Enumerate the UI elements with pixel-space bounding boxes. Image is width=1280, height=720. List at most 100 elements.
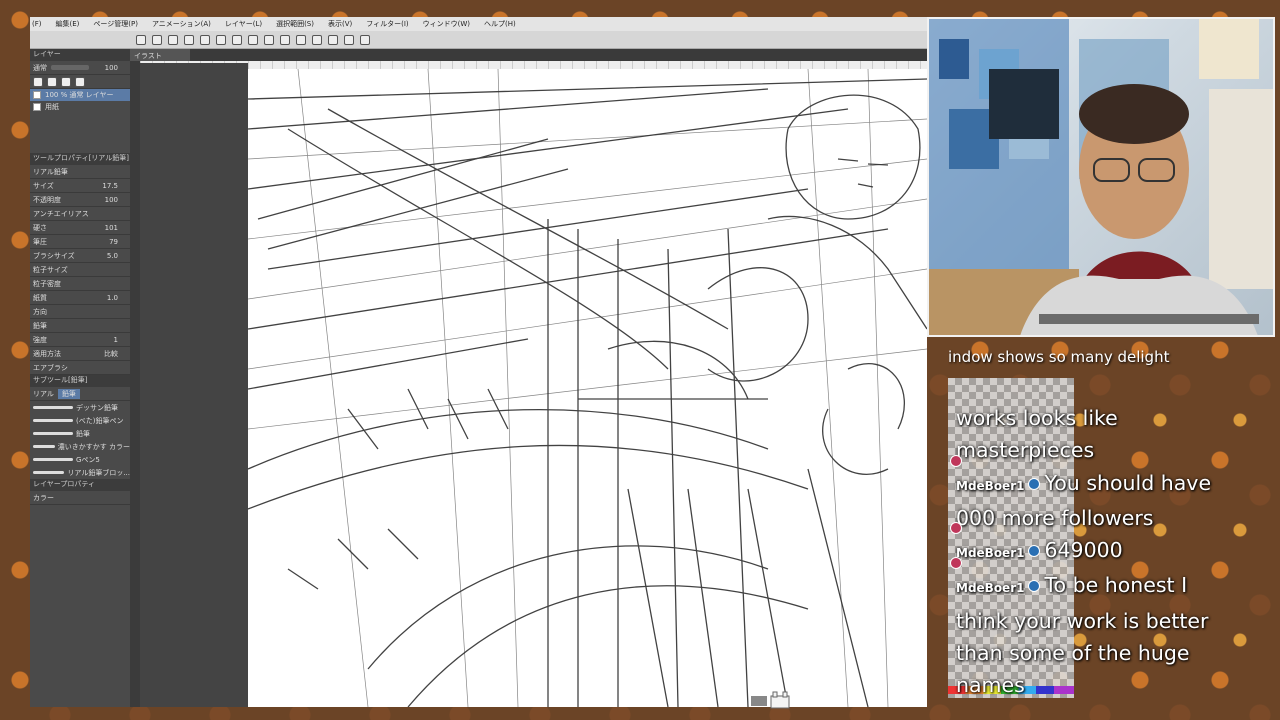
save-icon[interactable]	[168, 34, 178, 45]
menu-item-file[interactable]: (F)	[32, 20, 42, 28]
brush-item[interactable]: (べた)鉛筆ペン	[30, 414, 130, 427]
brush-item[interactable]: Gペン5	[30, 453, 130, 466]
property-label: アンチエイリアス	[33, 209, 89, 218]
deselect-icon[interactable]	[280, 34, 290, 45]
brush-item[interactable]: 鉛筆	[30, 427, 130, 440]
pen-icon[interactable]	[344, 34, 354, 45]
property-label: サイズ	[33, 181, 54, 190]
chat-username[interactable]: MdeBoer1	[956, 581, 1024, 595]
property-value[interactable]: 101	[105, 224, 118, 232]
fill-icon[interactable]	[248, 34, 258, 45]
brush-item[interactable]: 濃いきかすかす カラー	[30, 440, 130, 453]
layer-item-active[interactable]: 100 % 通常 レイヤー	[30, 89, 130, 101]
brush-item[interactable]: デッサン鉛筆	[30, 401, 130, 414]
tool-property-row[interactable]: 粒子密度	[30, 277, 130, 291]
property-value[interactable]: 17.5	[102, 182, 118, 190]
document-tab[interactable]: イラスト	[130, 49, 190, 61]
chat-username[interactable]: MdeBoer1	[956, 546, 1024, 560]
print-icon[interactable]	[184, 34, 194, 45]
color-select[interactable]: カラー	[33, 493, 54, 503]
left-panel: レイヤー 通常 100 100 % 通常 レイヤー 用紙 ツールプロパティ[リア…	[30, 49, 130, 707]
property-value[interactable]: 1.0	[107, 294, 118, 302]
menu-item-page[interactable]: ページ管理(P)	[93, 19, 138, 29]
menu-item-select[interactable]: 選択範囲(S)	[276, 19, 314, 29]
color-row: カラー	[30, 491, 130, 505]
blend-mode-row[interactable]: 通常 100	[30, 61, 130, 75]
command-toolbar	[30, 31, 927, 49]
tool-property-row[interactable]: ブラシサイズ 5.0	[30, 249, 130, 263]
lock-icon[interactable]	[61, 76, 71, 87]
chat-message: names	[956, 673, 1025, 698]
property-label: 紙質	[33, 293, 47, 302]
folder-icon[interactable]	[47, 76, 57, 87]
mod-badge-icon	[950, 454, 962, 467]
top-ruler	[140, 61, 927, 69]
sub-tool-tab[interactable]: リアル	[33, 389, 54, 399]
menu-item-view[interactable]: 表示(V)	[328, 19, 352, 29]
undo-icon[interactable]	[200, 34, 210, 45]
tool-property-row[interactable]: 筆圧 79	[30, 235, 130, 249]
property-value[interactable]: 5.0	[107, 252, 118, 260]
tool-name-row: リアル鉛筆	[30, 165, 130, 179]
open-file-icon[interactable]	[152, 34, 162, 45]
menu-item-filter[interactable]: フィルター(I)	[366, 19, 408, 29]
drawing-canvas[interactable]	[248, 69, 927, 707]
property-value[interactable]: 1	[114, 336, 118, 344]
menu-item-layer[interactable]: レイヤー(L)	[225, 19, 262, 29]
chat-message-list: works looks like masterpieces MdeBoer1 Yo…	[950, 402, 1244, 702]
clear-icon[interactable]	[232, 34, 242, 45]
menu-item-edit[interactable]: 編集(E)	[56, 19, 80, 29]
tool-property-row[interactable]: 適用方法 比較	[30, 347, 130, 361]
ruler-icon[interactable]	[312, 34, 322, 45]
property-label: 適用方法	[33, 349, 61, 358]
sub-tool-tabs: リアル 鉛筆	[30, 387, 130, 401]
crop-icon[interactable]	[296, 34, 306, 45]
menu-item-window[interactable]: ウィンドウ(W)	[423, 19, 470, 29]
webcam-feed	[927, 17, 1275, 337]
property-label: 鉛筆	[33, 321, 47, 330]
brush-stroke-preview	[33, 458, 73, 461]
property-value[interactable]: 79	[109, 238, 118, 246]
tool-property-row[interactable]: 紙質 1.0	[30, 291, 130, 305]
layer-thumbnail	[33, 103, 41, 111]
brush-stroke-preview	[33, 432, 73, 435]
snap-icon[interactable]	[328, 34, 338, 45]
chat-username[interactable]: MdeBoer1	[956, 479, 1024, 493]
brush-stroke-preview	[33, 471, 65, 474]
tool-property-row[interactable]: アンチエイリアス	[30, 207, 130, 221]
new-layer-icon[interactable]	[33, 76, 43, 87]
transform-icon[interactable]	[264, 34, 274, 45]
menu-item-help[interactable]: ヘルプ(H)	[484, 19, 516, 29]
tool-property-row[interactable]: 硬さ 101	[30, 221, 130, 235]
chat-partial-line: indow shows so many delight	[948, 348, 1170, 366]
menu-item-animation[interactable]: アニメーション(A)	[152, 19, 211, 29]
tool-property-row[interactable]: 粒子サイズ	[30, 263, 130, 277]
sub-tool-tab-active[interactable]: 鉛筆	[57, 388, 80, 399]
chat-message: think your work is better	[956, 608, 1209, 633]
opacity-slider[interactable]	[51, 65, 89, 70]
property-value[interactable]: 100	[105, 196, 118, 204]
panel-divider[interactable]	[130, 49, 140, 707]
tool-name: リアル鉛筆	[33, 167, 68, 176]
chat-message: masterpieces	[956, 438, 1095, 463]
property-value[interactable]: 比較	[104, 349, 118, 359]
brush-label: Gペン5	[76, 455, 100, 464]
layer-item-paper[interactable]: 用紙	[30, 101, 130, 113]
chat-message: MdeBoer1 To be honest I	[950, 557, 1244, 604]
menu-bar: (F) 編集(E) ページ管理(P) アニメーション(A) レイヤー(L) 選択…	[30, 17, 927, 31]
tool-property-row[interactable]: 鉛筆	[30, 319, 130, 333]
new-file-icon[interactable]	[136, 34, 146, 45]
layer-thumbnail	[33, 91, 41, 99]
help-icon[interactable]	[360, 34, 370, 45]
tool-property-row[interactable]: 強度 1	[30, 333, 130, 347]
brush-label: リアル鉛筆ブロッ...	[67, 468, 130, 477]
brush-item[interactable]: リアル鉛筆ブロッ...	[30, 466, 130, 479]
redo-icon[interactable]	[216, 34, 226, 45]
tool-property-row[interactable]: エアブラシ	[30, 361, 130, 375]
tool-property-row[interactable]: 不透明度 100	[30, 193, 130, 207]
blend-mode-select[interactable]: 通常	[33, 63, 47, 73]
tool-property-row[interactable]: サイズ 17.5	[30, 179, 130, 193]
tool-property-row[interactable]: 方向	[30, 305, 130, 319]
sub-tool-title: サブツール[鉛筆]	[30, 375, 130, 387]
delete-icon[interactable]	[75, 76, 85, 87]
